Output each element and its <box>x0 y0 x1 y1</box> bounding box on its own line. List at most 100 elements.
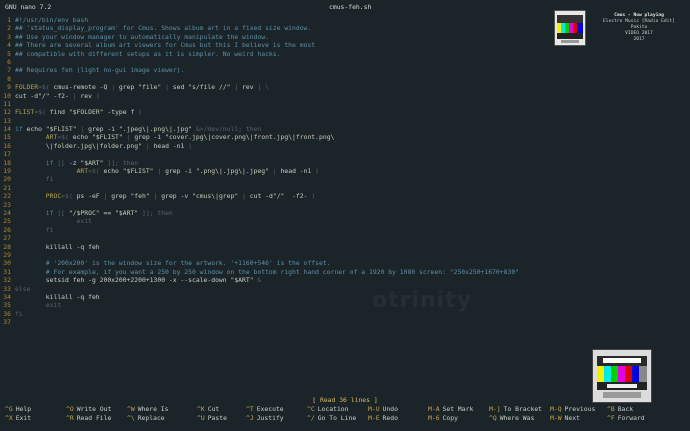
code-line[interactable]: 22 PROC=$( ps -eF | grep "feh" | grep -v… <box>0 192 560 200</box>
shortcut-exit[interactable]: ^X Exit <box>5 414 31 423</box>
shortcut-write-out[interactable]: ^O Write Out <box>66 405 111 414</box>
code-line[interactable]: 37 <box>0 318 560 326</box>
shortcut-bar: ^G Help ^O Write Out ^W Where Is ^K Cut ^T Execut… <box>0 405 690 423</box>
code-line[interactable]: 1 #!/usr/bin/env bash <box>0 16 560 24</box>
code-line[interactable]: 15 ART=$( echo "$FLIST" | grep -i "cover… <box>0 133 560 141</box>
line-number: 23 <box>3 200 11 209</box>
code-line[interactable]: 25 exit <box>0 217 560 225</box>
code-text[interactable]: fi <box>15 310 23 318</box>
code-token: "$FLIST" <box>45 125 81 134</box>
code-text[interactable]: # For example, if you want a 250 by 250 … <box>15 268 519 276</box>
code-line[interactable]: 35 exit <box>0 301 560 309</box>
code-line[interactable]: 32 setsid feh -g 200x200+2200+1300 -x --… <box>0 276 560 284</box>
code-text[interactable]: PROC=$( ps -eF | grep "feh" | grep -v "c… <box>15 192 315 200</box>
code-line[interactable]: 8 <box>0 75 560 83</box>
code-line[interactable]: 4 ## There are several album art viewers … <box>0 41 560 49</box>
code-line[interactable]: 24 if [[ "/$PROC" == "$ART" ]]; then <box>0 209 560 217</box>
code-text[interactable]: FLIST=$( find "$FOLDER" -type f ) <box>15 108 142 116</box>
code-text[interactable]: \|folder.jpg\|folder.png" | head -n1 ) <box>15 142 192 150</box>
code-line[interactable]: 30 # '200x200' is the window size for th… <box>0 259 560 267</box>
code-line[interactable]: 28 killall -q feh <box>0 243 560 251</box>
shortcut-forward[interactable]: ^F Forward <box>607 414 645 423</box>
code-line[interactable]: 13 <box>0 117 560 125</box>
code-text[interactable]: exit <box>15 301 61 309</box>
code-text[interactable]: exit <box>15 217 92 225</box>
code-line[interactable]: 11 <box>0 100 560 108</box>
shortcut-cut[interactable]: ^K Cut <box>197 405 219 414</box>
code-line[interactable]: 33 else <box>0 285 560 293</box>
code-line[interactable]: 34 killall -q feh <box>0 293 560 301</box>
shortcut-key: M-E <box>368 414 380 422</box>
shortcut-justify[interactable]: ^J Justify <box>246 414 284 423</box>
code-text[interactable]: ART=$( echo "$FLIST" | grep -i "cover.jp… <box>15 133 335 141</box>
code-text[interactable]: ## There are several album art viewers f… <box>15 41 315 49</box>
code-text[interactable]: else <box>15 285 30 293</box>
code-text[interactable]: fi <box>15 226 54 234</box>
code-text[interactable]: if [[ "/$PROC" == "$ART" ]]; then <box>15 209 173 217</box>
code-line[interactable]: 14 if echo "$FLIST" | grep -i ".jpeg\|.pn… <box>0 125 560 133</box>
code-line[interactable]: 23 <box>0 201 560 209</box>
code-text[interactable]: cut -d"/" -f2- | rev ) <box>15 92 100 100</box>
shortcut-where-is[interactable]: ^W Where Is <box>127 405 168 414</box>
code-line[interactable]: 19 ART=$( echo "$FLIST" | grep -i ".png\… <box>0 167 560 175</box>
shortcut-read-file[interactable]: ^R Read File <box>66 414 111 423</box>
code-line[interactable]: 18 if [[ -z "$ART" ]]; then <box>0 159 560 167</box>
code-line[interactable]: 2 ## 'status_display_program' for Cmus. S… <box>0 24 560 32</box>
code-token: fi <box>15 309 23 318</box>
shortcut-execute[interactable]: ^T Execute <box>246 405 284 414</box>
code-token: | <box>157 167 166 176</box>
code-text[interactable]: killall -q feh <box>15 293 100 301</box>
shortcut-to-bracket[interactable]: M-] To Bracket <box>489 405 542 414</box>
shortcut-where-was[interactable]: ^Q Where Was <box>489 414 534 423</box>
shortcut-back[interactable]: ^B Back <box>607 405 633 414</box>
code-line[interactable]: 12 FLIST=$( find "$FOLDER" -type f ) <box>0 108 560 116</box>
code-text[interactable]: killall -q feh <box>15 243 100 251</box>
shortcut-next[interactable]: M-W Next <box>550 414 580 423</box>
status-bar: [ Read 36 lines ] <box>0 396 690 405</box>
code-text[interactable]: fi <box>15 175 54 183</box>
code-token: [[ <box>57 158 69 167</box>
code-line[interactable]: 17 <box>0 150 560 158</box>
shortcut-paste[interactable]: ^U Paste <box>197 414 227 423</box>
code-line[interactable]: 36 fi <box>0 310 560 318</box>
line-number: 17 <box>3 150 11 159</box>
shortcut-help[interactable]: ^G Help <box>5 405 31 414</box>
code-text[interactable]: ## Use your window manager to automatica… <box>15 33 269 41</box>
code-text[interactable]: ## 'status_display_program' for Cmus. Sh… <box>15 24 311 32</box>
code-line[interactable]: 3 ## Use your window manager to automatic… <box>0 33 560 41</box>
code-text[interactable]: #!/usr/bin/env bash <box>15 16 88 24</box>
line-number: 31 <box>3 267 11 276</box>
code-text[interactable]: if echo "$FLIST" | grep -i ".jpeg\|.png\… <box>15 125 261 133</box>
code-line[interactable]: 26 fi <box>0 226 560 234</box>
shortcut-copy[interactable]: M-6 Copy <box>428 414 458 423</box>
shortcut-go-to-line[interactable]: ^/Go To Line <box>307 414 356 423</box>
code-text[interactable]: ART=$( echo "$FLIST" | grep -i ".png\|.j… <box>15 167 319 175</box>
feh-album-art-window[interactable] <box>592 349 652 403</box>
code-line[interactable]: 10 cut -d"/" -f2- | rev ) <box>0 92 560 100</box>
shortcut-set-mark[interactable]: M-A Set Mark <box>428 405 473 414</box>
code-line[interactable]: 16 \|folder.jpg\|folder.png" | head -n1 … <box>0 142 560 150</box>
code-line[interactable]: 6 <box>0 58 560 66</box>
code-line[interactable]: 9 FOLDER=$( cmus-remote -Q | grep "file" … <box>0 83 560 91</box>
code-text[interactable]: # '200x200' is the window size for the a… <box>15 259 331 267</box>
code-text[interactable]: FOLDER=$( cmus-remote -Q | grep "file" |… <box>15 83 269 91</box>
code-line[interactable]: 21 <box>0 184 560 192</box>
code-text[interactable]: if [[ -z "$ART" ]]; then <box>15 159 138 167</box>
code-text[interactable]: ## Requires feh (light no-gui image view… <box>15 66 184 74</box>
code-line[interactable]: 20 fi <box>0 175 560 183</box>
shortcut-replace[interactable]: ^\ Replace <box>127 414 165 423</box>
code-line[interactable]: 29 <box>0 251 560 259</box>
code-line[interactable]: 31 # For example, if you want a 250 by 2… <box>0 268 560 276</box>
code-token: "$FOLDER" <box>68 108 108 117</box>
shortcut-undo[interactable]: M-U Undo <box>368 405 398 414</box>
code-line[interactable]: 7 ## Requires feh (light no-gui image vie… <box>0 66 560 74</box>
code-line[interactable]: 5 ## compatible with different setups as … <box>0 50 560 58</box>
shortcut-redo[interactable]: M-E Redo <box>368 414 398 423</box>
code-line[interactable]: 27 <box>0 234 560 242</box>
shortcut-location[interactable]: ^C Location <box>307 405 348 414</box>
editor-area[interactable]: 1 #!/usr/bin/env bash 2 ## 'status_display_… <box>0 16 560 326</box>
code-text[interactable]: ## compatible with different setups as i… <box>15 50 280 58</box>
code-text[interactable]: setsid feh -g 200x200+2200+1300 -x --sca… <box>15 276 262 284</box>
shortcut-previous[interactable]: M-Q Previous <box>550 405 595 414</box>
